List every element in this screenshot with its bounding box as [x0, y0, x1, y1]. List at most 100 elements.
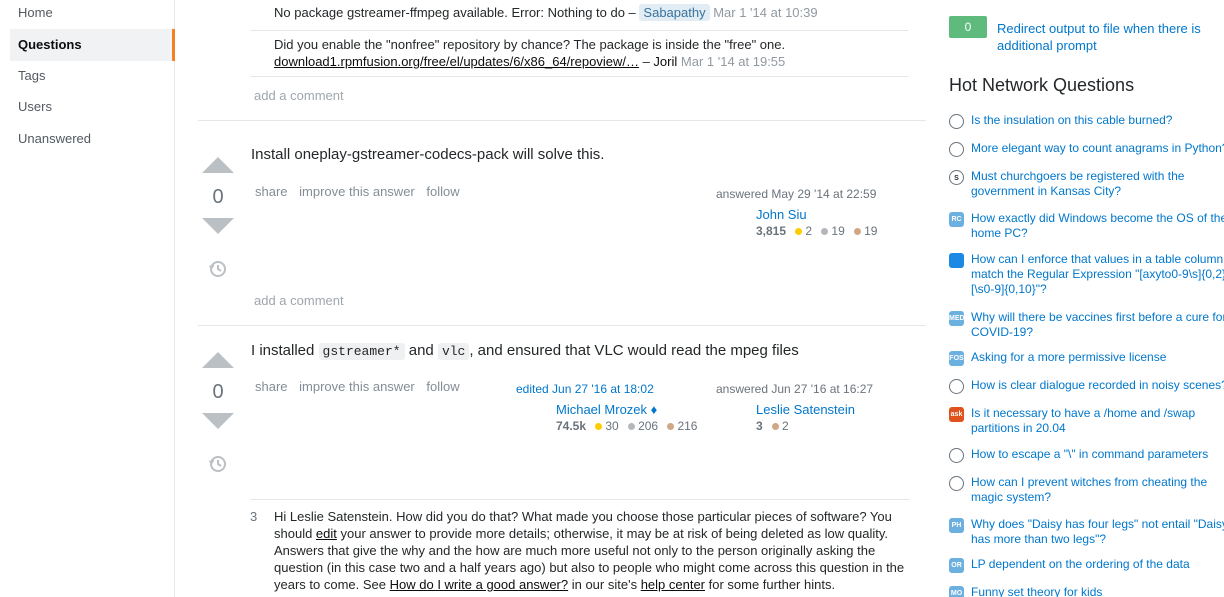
hot-network-question-link[interactable]: How to escape a "\" in command parameter… [971, 447, 1224, 462]
opensource-icon: FOS [949, 351, 964, 366]
hot-network-question[interactable]: OR LP dependent on the ordering of the da… [949, 557, 1224, 573]
or-icon: OR [949, 558, 964, 573]
dba-icon [949, 253, 964, 268]
reputation-score: 3 [756, 419, 763, 433]
comment-time[interactable]: Mar 1 '14 at 10:39 [713, 5, 817, 20]
hot-network-question-link[interactable]: LP dependent on the ordering of the data [971, 557, 1224, 572]
comment-text: Did you enable the "nonfree" repository … [274, 37, 786, 52]
bronze-badge-count: 2 [782, 419, 789, 433]
user-signature: answered May 29 '14 at 22:59 John Siu 3,… [716, 187, 877, 238]
right-sidebar: 0 Redirect output to file when there is … [949, 0, 1224, 597]
hot-network-question[interactable]: How to escape a "\" in command parameter… [949, 447, 1224, 463]
answered-time[interactable]: answered Jun 27 '16 at 16:27 [716, 382, 873, 396]
user-reputation: 3 2 [716, 419, 873, 433]
hot-network-question-link[interactable]: Is the insulation on this cable burned? [971, 113, 1224, 128]
add-comment-link[interactable]: add a comment [254, 293, 344, 308]
user-reputation: 3,815 2 19 19 [716, 224, 877, 238]
philosophy-icon: PH [949, 518, 964, 533]
hot-network-question-link[interactable]: How exactly did Windows become the OS of… [971, 211, 1224, 241]
nav-unanswered[interactable]: Unanswered [10, 123, 175, 155]
gold-badge-icon [595, 423, 603, 430]
follow-link[interactable]: follow [426, 379, 459, 394]
answer-text: , and ensured that VLC would read the mp… [469, 342, 799, 359]
user-signature: answered Jun 27 '16 at 16:27 Leslie Sate… [716, 382, 873, 433]
hot-network-question[interactable]: MO Funny set theory for kids [949, 585, 1224, 597]
user-name[interactable]: Michael Mrozek ♦ [516, 402, 697, 417]
share-link[interactable]: share [255, 379, 288, 394]
math-icon: MO [949, 586, 964, 597]
reputation-score: 3,815 [756, 224, 787, 238]
hot-network-question[interactable]: Is the insulation on this cable burned? [949, 113, 1224, 129]
bronze-badge-icon [854, 228, 862, 235]
medicalsciences-icon: MED [949, 311, 964, 326]
vote-controls: 0 [199, 157, 237, 283]
upvote-icon[interactable] [202, 157, 234, 173]
follow-link[interactable]: follow [426, 184, 459, 199]
comment-time[interactable]: Mar 1 '14 at 19:55 [681, 54, 785, 69]
hot-network-question[interactable]: How is clear dialogue recorded in noisy … [949, 378, 1224, 394]
hot-network-question[interactable]: How can I enforce that values in a table… [949, 252, 1224, 297]
hot-network-question-link[interactable]: Why will there be vaccines first before … [971, 310, 1224, 340]
add-comment-link[interactable]: add a comment [254, 88, 344, 103]
nav-questions[interactable]: Questions [10, 29, 175, 61]
linked-question-link[interactable]: Redirect output to file when there is ad… [997, 20, 1217, 54]
inline-code: vlc [437, 343, 470, 360]
hot-network-question[interactable]: S Must churchgoers be registered with the… [949, 169, 1224, 199]
hot-network-question[interactable]: ask Is it necessary to have a /home and /… [949, 406, 1224, 436]
user-name[interactable]: John Siu [716, 207, 877, 222]
bronze-badge-icon [772, 423, 780, 430]
unix-icon [949, 448, 964, 463]
silver-badge-icon [821, 228, 829, 235]
silver-badge-count: 206 [638, 419, 659, 433]
downvote-icon[interactable] [202, 218, 234, 234]
hot-network-question[interactable]: RC How exactly did Windows become the OS … [949, 211, 1224, 241]
hot-network-question-link[interactable]: How is clear dialogue recorded in noisy … [971, 378, 1224, 393]
nav-home[interactable]: Home [10, 0, 175, 29]
gold-badge-count: 2 [805, 224, 813, 238]
answer-divider [198, 120, 926, 121]
hot-network-question-link[interactable]: Asking for a more permissive license [971, 350, 1224, 365]
hot-network-question[interactable]: MED Why will there be vaccines first befo… [949, 310, 1224, 340]
downvote-icon[interactable] [202, 413, 234, 429]
nav-tags[interactable]: Tags [10, 60, 175, 92]
hot-network-question-link[interactable]: Is it necessary to have a /home and /swa… [971, 406, 1224, 436]
comment-text-part: for some further hints. [705, 577, 836, 592]
comment: 3 Hi Leslie Satenstein. How did you do t… [250, 499, 910, 593]
history-icon[interactable] [207, 453, 229, 475]
hot-network-question-link[interactable]: Why does "Daisy has four legs" not entai… [971, 517, 1224, 547]
help-article-link[interactable]: How do I write a good answer? [390, 577, 568, 592]
hot-network-question[interactable]: PH Why does "Daisy has four legs" not ent… [949, 517, 1224, 547]
hot-network-question-link[interactable]: Funny set theory for kids [971, 585, 1224, 597]
improve-answer-link[interactable]: improve this answer [299, 184, 415, 199]
improve-answer-link[interactable]: improve this answer [299, 379, 415, 394]
hot-network-question-link[interactable]: How can I prevent witches from cheating … [971, 475, 1224, 505]
comment-text-part: in our site's [568, 577, 641, 592]
main-content: No package gstreamer-ffmpeg available. E… [198, 0, 926, 597]
hot-network-question[interactable]: How can I prevent witches from cheating … [949, 475, 1224, 505]
edit-link[interactable]: edit [316, 526, 337, 541]
hot-network-question-link[interactable]: How can I enforce that values in a table… [971, 252, 1224, 297]
left-navigation: Home Questions Tags Users Unanswered [0, 0, 175, 597]
answered-time[interactable]: answered May 29 '14 at 22:59 [716, 187, 877, 201]
comment-link[interactable]: download1.rpmfusion.org/free/el/updates/… [274, 54, 639, 69]
post-menu: share improve this answer follow [255, 379, 468, 394]
nav-users[interactable]: Users [10, 91, 175, 123]
share-link[interactable]: share [255, 184, 288, 199]
comment-user-link[interactable]: Sabapathy [639, 4, 710, 21]
hot-network-question-link[interactable]: Must churchgoers be registered with the … [971, 169, 1224, 199]
vote-count: 0 [212, 381, 224, 403]
comment: No package gstreamer-ffmpeg available. E… [250, 4, 908, 31]
hot-network-question[interactable]: FOS Asking for a more permissive license [949, 350, 1224, 366]
bronze-badge-icon [667, 423, 675, 430]
hot-network-question[interactable]: More elegant way to count anagrams in Py… [949, 141, 1224, 157]
comment-user-link[interactable]: Joril [653, 54, 677, 69]
comment: Did you enable the "nonfree" repository … [250, 36, 908, 77]
help-center-link[interactable]: help center [641, 577, 705, 592]
answer-text: I installed [251, 342, 319, 359]
comment-text: No package gstreamer-ffmpeg available. E… [274, 5, 636, 20]
hot-network-question-link[interactable]: More elegant way to count anagrams in Py… [971, 141, 1224, 156]
history-icon[interactable] [207, 258, 229, 280]
user-name[interactable]: Leslie Satenstein [716, 402, 873, 417]
upvote-icon[interactable] [202, 352, 234, 368]
edited-time[interactable]: edited Jun 27 '16 at 18:02 [516, 382, 697, 396]
